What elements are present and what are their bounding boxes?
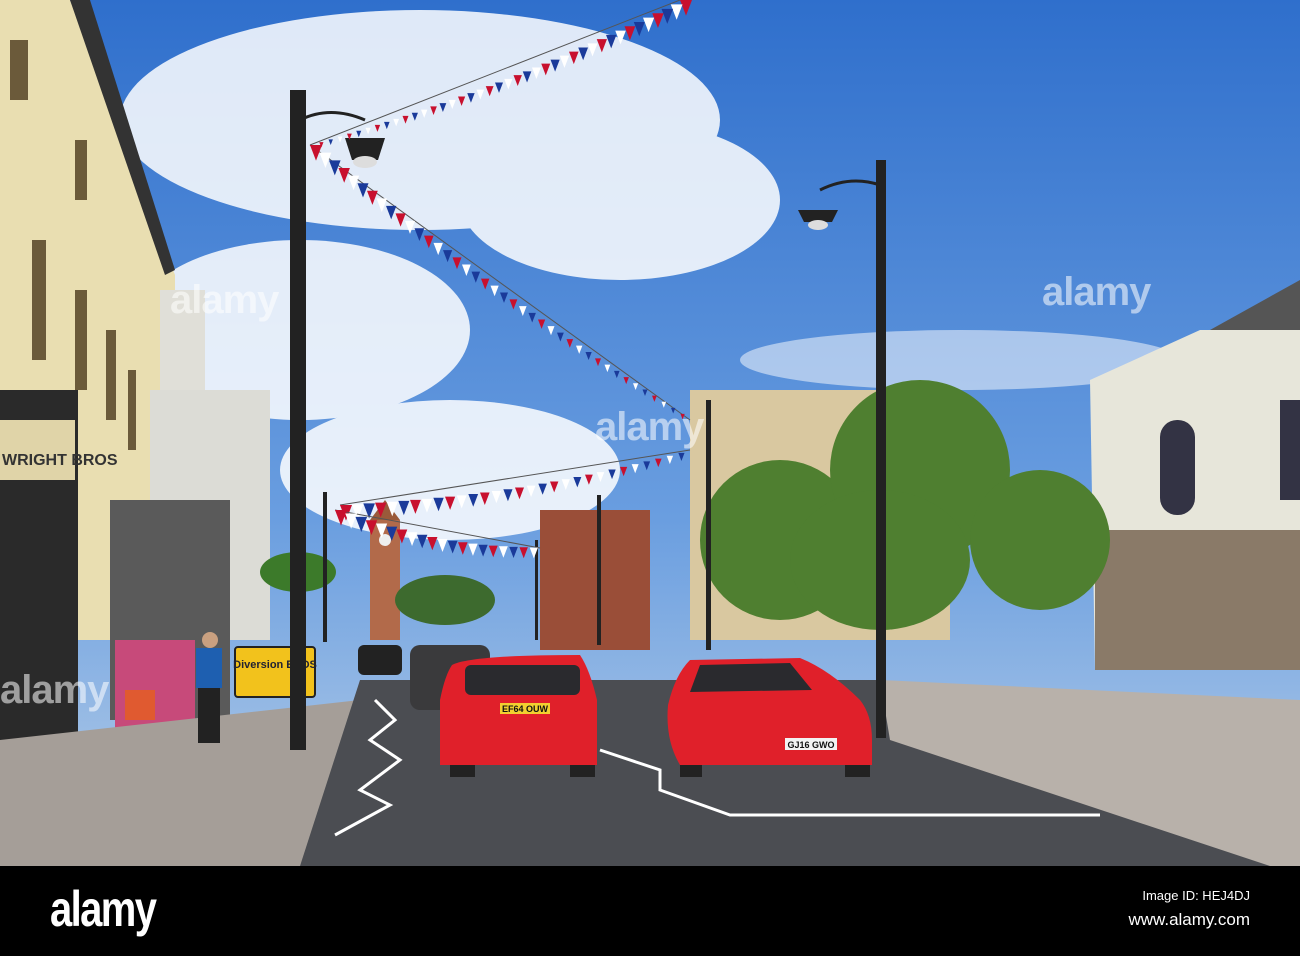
- pedestrian: [196, 632, 222, 743]
- footer-bar: alamy Image ID: HEJ4DJ www.alamy.com: [0, 866, 1300, 956]
- license-plate: EF64 OUW: [502, 704, 549, 714]
- watermark: alamy: [170, 278, 279, 322]
- watermark: alamy: [595, 405, 704, 449]
- red-hatchback: EF64 OUW: [440, 655, 597, 777]
- flower-stall: [115, 640, 195, 730]
- watermark: alamy: [0, 668, 109, 712]
- site-url: www.alamy.com: [1128, 910, 1250, 929]
- watermark: alamy: [1042, 270, 1151, 314]
- red-brick-building: [540, 510, 650, 650]
- image-id: Image ID: HEJ4DJ: [1142, 888, 1250, 903]
- stock-photo: WRIGHT BROS EF64 OUW GJ16 GWO Diversion …: [0, 0, 1300, 956]
- alamy-logo: alamy: [50, 881, 157, 937]
- shop-sign: WRIGHT BROS: [2, 452, 118, 469]
- license-plate: GJ16 GWO: [787, 740, 834, 750]
